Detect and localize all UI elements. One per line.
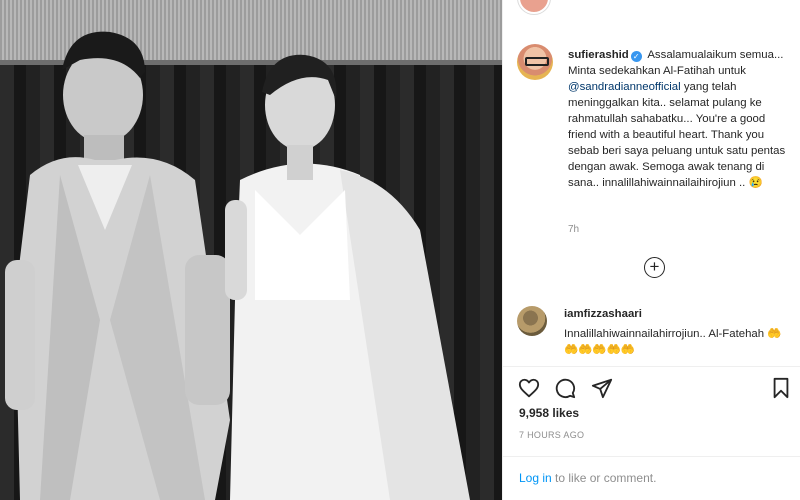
heart-icon[interactable] <box>517 376 541 400</box>
author-avatar[interactable] <box>517 44 553 80</box>
verified-badge-icon: ✓ <box>630 51 642 62</box>
login-link[interactable]: Log in <box>519 471 552 485</box>
post-photo[interactable] <box>0 0 502 500</box>
likes-count[interactable]: 9,958 likes <box>519 406 579 420</box>
comment-username[interactable]: iamfizzashaari <box>564 306 794 322</box>
login-divider <box>503 456 800 457</box>
commenter-avatar[interactable] <box>517 306 547 336</box>
caption-time-ago[interactable]: 7h <box>568 224 579 235</box>
caption-text-end: yang telah meninggalkan kita.. selamat p… <box>568 81 786 189</box>
post-side-panel: sufierashid ✓ Assalamualaikum semua... Mi… <box>502 0 800 500</box>
login-prompt: Log in to like or comment. <box>519 471 656 485</box>
share-icon[interactable] <box>590 376 614 400</box>
load-more-comments-button[interactable]: + <box>644 257 665 278</box>
comment-text: Innalillahiwainnailahirrojiun.. Al-Fateh… <box>564 328 782 356</box>
login-prompt-text: to like or comment. <box>551 471 657 485</box>
author-username[interactable]: sufierashid <box>568 49 629 61</box>
woman-figure <box>225 54 470 500</box>
caption-mention-link[interactable]: @sandradianneofficial <box>568 81 681 93</box>
comment-item: iamfizzashaari Innalillahiwainnailahirro… <box>564 306 794 358</box>
photo-people-illustration <box>5 31 470 500</box>
comment-icon[interactable] <box>553 376 577 400</box>
post-caption: sufierashid ✓ Assalamualaikum semua... Mi… <box>568 47 788 191</box>
posted-time[interactable]: 7 HOURS AGO <box>519 430 584 440</box>
bookmark-icon[interactable] <box>769 376 793 400</box>
actions-divider <box>503 366 800 367</box>
header-avatar[interactable] <box>518 0 550 14</box>
man-figure <box>5 31 230 500</box>
